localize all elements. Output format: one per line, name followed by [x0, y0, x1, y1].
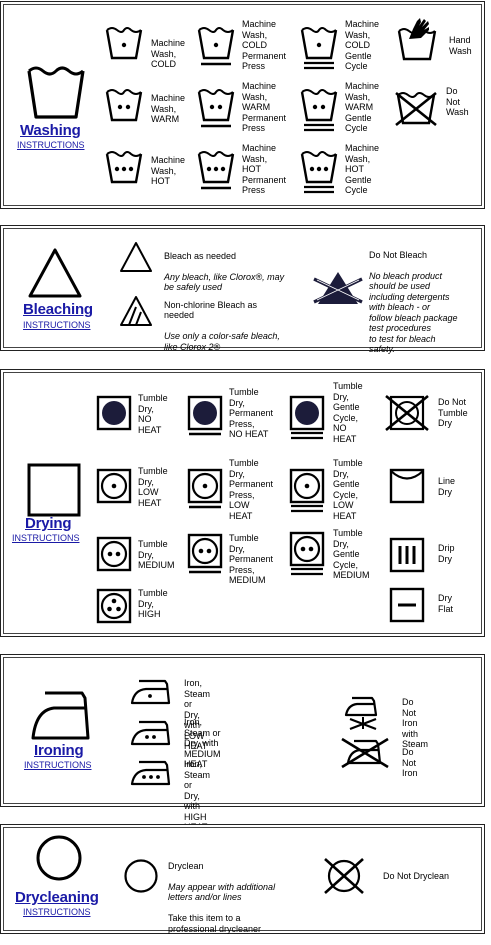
do-not-tumble-dry-label: Do Not Tumble Dry	[438, 397, 468, 428]
wash-warm-label: Machine Wash, WARM	[151, 93, 186, 124]
drying-title[interactable]: Drying	[25, 515, 72, 532]
line-dry-label: Line Dry	[438, 476, 456, 497]
drycleaning-instructions-link[interactable]: INSTRUCTIONS	[23, 907, 91, 917]
tumble-dry-high-icon	[96, 588, 132, 624]
iron-icon	[31, 691, 90, 740]
do-not-wash-icon	[395, 91, 437, 127]
do-not-bleach-title: Do Not Bleach	[369, 249, 428, 260]
iron-medium-heat-icon	[130, 720, 171, 746]
tumble-dry-permpress-low-label: Tumble Dry, Permanent Press, LOW HEAT	[229, 458, 274, 521]
wash-cold-permpress-icon	[197, 27, 235, 66]
wash-hot-icon	[105, 151, 143, 184]
washing-title[interactable]: Washing	[20, 122, 81, 139]
do-not-tumble-dry-icon	[385, 394, 429, 432]
tumble-dry-permpress-medium-icon	[187, 533, 223, 574]
tumble-dry-gentle-low-label: Tumble Dry, Gentle Cycle, LOW HEAT	[333, 458, 363, 521]
washing-section: Washing INSTRUCTIONS Machine Wash, COLD …	[3, 4, 482, 206]
tumble-dry-medium-label: Tumble Dry, MEDIUM	[138, 539, 175, 570]
iron-high-heat-icon	[130, 760, 171, 786]
bleach-as-needed-title: Bleach as needed	[164, 250, 237, 261]
non-chlorine-bleach-icon	[120, 296, 152, 326]
bleaching-title[interactable]: Bleaching	[23, 301, 93, 318]
wash-hot-label: Machine Wash, HOT	[151, 155, 186, 186]
wash-hot-gentle-label: Machine Wash, HOT Gentle Cycle	[345, 143, 380, 195]
do-not-bleach-text: Do Not Bleach No bleach product should b…	[369, 239, 458, 365]
tumble-dry-medium-icon	[96, 536, 132, 572]
tumble-dry-permpress-low-icon	[187, 468, 223, 509]
tumble-dry-permpress-no-heat-icon	[187, 395, 223, 436]
wash-cold-permpress-label: Machine Wash, COLD Permanent Press	[242, 19, 287, 71]
iron-low-heat-icon	[130, 679, 171, 705]
non-chlorine-bleach-desc: Use only a color-safe bleach, like Cloro…	[164, 331, 280, 352]
wash-warm-icon	[105, 89, 143, 122]
bleaching-instructions-link[interactable]: INSTRUCTIONS	[23, 320, 91, 330]
washtub-icon	[27, 66, 85, 119]
dryclean-note: Take this item to a professional dryclea…	[168, 913, 262, 934]
tumble-dry-permpress-medium-label: Tumble Dry, Permanent Press, MEDIUM	[229, 533, 274, 585]
wash-warm-gentle-label: Machine Wash, WARM Gentle Cycle	[345, 81, 380, 133]
do-not-dryclean-icon	[324, 858, 364, 894]
tumble-dry-gentle-no-heat-icon	[289, 395, 325, 440]
wash-warm-gentle-icon	[300, 89, 338, 132]
do-not-iron-label: Do Not Iron	[402, 747, 418, 778]
tumble-dry-low-label: Tumble Dry, LOW HEAT	[138, 466, 168, 508]
wash-warm-permpress-label: Machine Wash, WARM Permanent Press	[242, 81, 287, 133]
tumble-dry-gentle-no-heat-label: Tumble Dry, Gentle Cycle, NO HEAT	[333, 381, 363, 444]
drying-instructions-link[interactable]: INSTRUCTIONS	[12, 533, 80, 543]
drip-dry-icon	[389, 537, 425, 573]
wash-hot-permpress-label: Machine Wash, HOT Permanent Press	[242, 143, 287, 195]
tumble-dry-no-heat-icon	[96, 395, 132, 431]
drying-section: Drying INSTRUCTIONS Tumble Dry, NO HEAT …	[3, 372, 482, 634]
dryclean-icon	[124, 859, 158, 893]
dryclean-text: Dryclean May appear with additional lett…	[168, 850, 275, 945]
do-not-bleach-desc: No bleach product should be used includi…	[369, 270, 458, 355]
tumble-dry-permpress-no-heat-label: Tumble Dry, Permanent Press, NO HEAT	[229, 387, 274, 439]
ironing-section: Ironing INSTRUCTIONS Iron, Steam or Dry,…	[3, 657, 482, 832]
dryclean-title: Dryclean	[168, 860, 204, 871]
washing-instructions-link[interactable]: INSTRUCTIONS	[17, 140, 85, 150]
do-not-iron-steam-icon	[344, 696, 378, 731]
drying-square-icon	[27, 463, 81, 517]
bleaching-section: Bleaching INSTRUCTIONS Bleach as needed …	[3, 228, 482, 354]
non-chlorine-bleach-title: Non-chlorine Bleach as needed	[164, 299, 258, 321]
wash-hot-gentle-icon	[300, 151, 338, 194]
wash-cold-gentle-icon	[300, 27, 338, 70]
wash-hot-permpress-icon	[197, 151, 235, 190]
bleach-triangle-icon	[28, 248, 82, 298]
tumble-dry-high-label: Tumble Dry, HIGH	[138, 588, 168, 619]
tumble-dry-gentle-medium-label: Tumble Dry, Gentle Cycle, MEDIUM	[333, 528, 370, 580]
non-chlorine-bleach-text: Non-chlorine Bleach as needed Use only a…	[164, 289, 280, 363]
do-not-dryclean-label: Do Not Dryclean	[383, 871, 450, 881]
line-dry-icon	[389, 468, 425, 504]
dryclean-desc: May appear with additional letters and/o…	[168, 881, 276, 903]
wash-cold-label: Machine Wash, COLD	[151, 38, 186, 69]
drycleaning-section: Drycleaning INSTRUCTIONS Dryclean May ap…	[3, 827, 482, 934]
tumble-dry-gentle-low-icon	[289, 468, 325, 513]
wash-warm-permpress-icon	[197, 89, 235, 128]
bleach-as-needed-icon	[120, 242, 152, 272]
tumble-dry-no-heat-label: Tumble Dry, NO HEAT	[138, 393, 168, 435]
drycleaning-title[interactable]: Drycleaning	[15, 889, 99, 906]
hand-wash-icon	[397, 18, 437, 61]
do-not-iron-steam-label: Do Not Iron with Steam	[402, 697, 429, 749]
tumble-dry-gentle-medium-icon	[289, 531, 325, 576]
wash-cold-icon	[105, 27, 143, 60]
dry-flat-icon	[389, 587, 425, 623]
tumble-dry-low-icon	[96, 468, 132, 504]
ironing-title[interactable]: Ironing	[34, 742, 84, 759]
drycleaning-circle-icon	[36, 835, 82, 881]
wash-cold-gentle-label: Machine Wash, COLD Gentle Cycle	[345, 19, 380, 71]
drip-dry-label: Drip Dry	[438, 543, 455, 564]
do-not-wash-label: Do Not Wash	[446, 86, 469, 117]
iron-high-heat-label: Iron, Steam or Dry, with HIGH HEAT	[184, 759, 211, 832]
hand-wash-label: Hand Wash	[449, 35, 472, 56]
dry-flat-label: Dry Flat	[438, 593, 454, 614]
do-not-bleach-icon	[313, 272, 363, 304]
ironing-instructions-link[interactable]: INSTRUCTIONS	[24, 760, 92, 770]
do-not-iron-icon	[341, 737, 389, 769]
